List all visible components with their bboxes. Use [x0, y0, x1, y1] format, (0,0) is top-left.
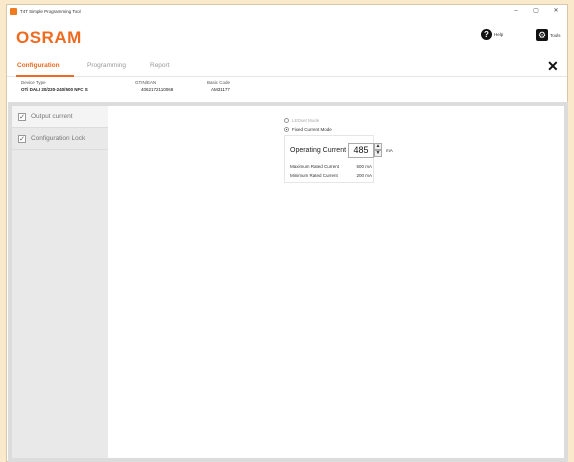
title-bar: T4T Simple Programming Tool – ▢ ✕	[7, 5, 567, 18]
tools-button[interactable]: ⚙ Tools	[536, 29, 561, 41]
checkbox-output-current[interactable]: ✓	[18, 112, 26, 121]
content-area: ✓ Output current ✓ Configuration Lock LE…	[8, 102, 568, 462]
sidebar-item-label: Output current	[31, 113, 73, 120]
fixed-current-mode-option[interactable]: Fixed Current Mode	[284, 127, 332, 132]
maximize-button[interactable]: ▢	[527, 6, 545, 17]
app-window: T4T Simple Programming Tool – ▢ ✕ OSRAM …	[6, 4, 568, 462]
operating-current-unit: mA	[386, 148, 393, 153]
sidebar-item-label: Configuration Lock	[31, 135, 86, 142]
max-rated-current-row: Maximum Rated Current 500 mA	[290, 164, 372, 169]
tab-report[interactable]: Report	[150, 62, 170, 69]
device-type-value: OTi DALI 20/220-240/500 NFC S	[21, 87, 88, 92]
tab-bar: Configuration Programming Report ✕	[7, 56, 567, 77]
device-type-label: Device Type	[21, 80, 46, 85]
sidebar-item-configuration-lock[interactable]: ✓ Configuration Lock	[12, 128, 108, 150]
ledset-mode-option[interactable]: LEDset Mode	[284, 118, 319, 123]
device-info-bar: Device Type OTi DALI 20/220-240/500 NFC …	[7, 78, 567, 100]
fixed-current-mode-radio[interactable]	[284, 127, 289, 132]
gtin-value: 4062172110068	[141, 87, 174, 92]
operating-current-box: Operating Current 485 ▲ ▼ mA Maximum Rat…	[284, 135, 393, 183]
device-type: Device Type OTi DALI 20/220-240/500 NFC …	[21, 80, 88, 92]
device-gtin: GTIN/EAN 4062172110068	[135, 80, 173, 92]
window-title: T4T Simple Programming Tool	[20, 9, 81, 14]
gear-icon: ⚙	[536, 29, 548, 41]
ledset-mode-radio[interactable]	[284, 118, 289, 123]
operating-current-stepper: ▲ ▼	[374, 143, 382, 158]
sidebar-item-output-current[interactable]: ✓ Output current	[12, 106, 108, 128]
operating-current-label: Operating Current	[290, 147, 347, 154]
operating-current-input[interactable]: 485	[348, 143, 374, 158]
active-tab-indicator	[16, 75, 74, 77]
ledset-mode-label: LEDset Mode	[292, 118, 320, 123]
minimize-button[interactable]: –	[507, 6, 525, 17]
help-button[interactable]: ? Help	[481, 29, 503, 40]
osram-logo: OSRAM	[16, 28, 82, 47]
increment-button[interactable]: ▲	[374, 143, 382, 150]
app-icon	[10, 8, 17, 15]
close-icon[interactable]: ✕	[547, 58, 559, 75]
sidebar: ✓ Output current ✓ Configuration Lock	[12, 106, 108, 458]
tools-label: Tools	[550, 32, 561, 38]
min-rated-current-label: Minimum Rated Current	[290, 173, 338, 178]
close-window-button[interactable]: ✕	[547, 6, 565, 17]
decrement-button[interactable]: ▼	[374, 150, 382, 157]
max-rated-current-value: 500 mA	[356, 164, 372, 169]
tab-configuration[interactable]: Configuration	[17, 62, 60, 69]
output-current-panel: LEDset Mode Fixed Current Mode Operating…	[108, 106, 564, 458]
min-rated-current-row: Minimum Rated Current 200 mA	[290, 173, 372, 178]
basic-code-label: Basic Code	[207, 80, 231, 85]
help-icon: ?	[481, 29, 492, 40]
device-basic-code: Basic Code AM31177	[207, 80, 230, 92]
fixed-current-mode-label: Fixed Current Mode	[292, 127, 332, 132]
tab-programming[interactable]: Programming	[87, 62, 126, 69]
min-rated-current-value: 200 mA	[356, 173, 372, 178]
basic-code-value: AM31177	[211, 87, 230, 92]
checkbox-configuration-lock[interactable]: ✓	[18, 134, 26, 143]
max-rated-current-label: Maximum Rated Current	[290, 164, 340, 169]
brand-bar: OSRAM ? Help ⚙ Tools	[7, 22, 567, 56]
gtin-label: GTIN/EAN	[135, 80, 157, 85]
help-label: Help	[494, 32, 504, 37]
